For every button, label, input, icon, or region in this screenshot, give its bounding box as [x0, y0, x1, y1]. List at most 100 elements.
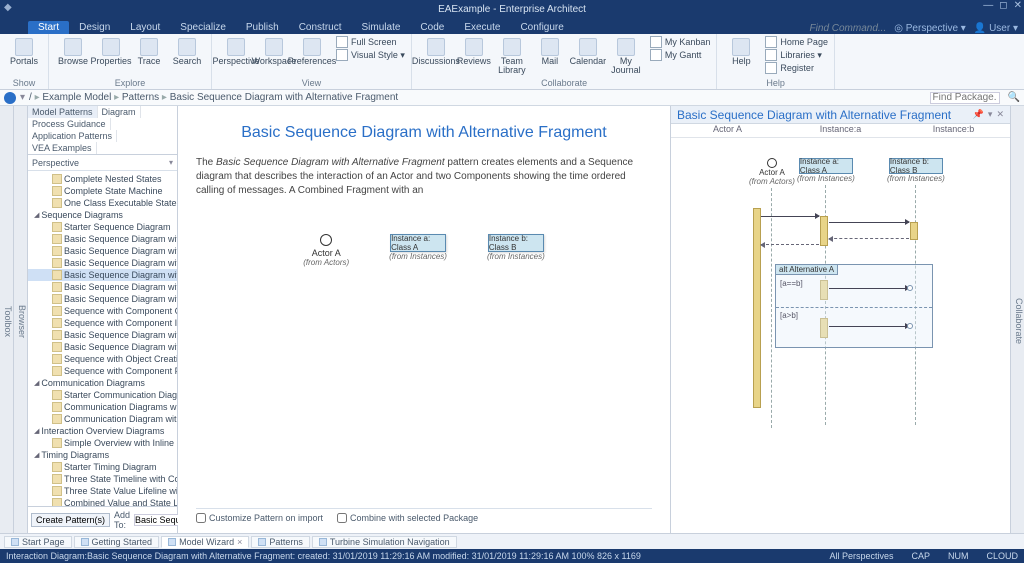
menu-tab-code[interactable]: Code — [410, 21, 454, 34]
user-menu[interactable]: 👤 User ▾ — [974, 23, 1018, 34]
tree-item[interactable]: Sequence with Component Port... — [28, 365, 177, 377]
menu-tab-specialize[interactable]: Specialize — [170, 21, 236, 34]
ribbon-my-journal-button[interactable]: My Journal — [608, 36, 644, 76]
search-icon[interactable]: 🔍 — [1008, 92, 1020, 103]
tree-item[interactable]: Combined Value and State Life... — [28, 497, 177, 506]
ribbon-option-my-gantt[interactable]: My Gantt — [650, 49, 711, 61]
tree-group[interactable]: Communication Diagrams — [28, 377, 177, 389]
message-arrow[interactable] — [829, 326, 909, 327]
maximize-icon[interactable]: ◻ — [999, 0, 1007, 11]
ribbon-mail-button[interactable]: Mail — [532, 36, 568, 76]
leftpane-tab-diagram[interactable]: Diagram — [98, 106, 141, 118]
leftpane-tab-model-patterns[interactable]: Model Patterns — [28, 106, 98, 118]
tree-item[interactable]: Communication Diagrams with ... — [28, 401, 177, 413]
ribbon-search-button[interactable]: Search — [169, 36, 205, 76]
ribbon-option-libraries-[interactable]: Libraries ▾ — [765, 49, 828, 61]
tree-item[interactable]: Starter Sequence Diagram — [28, 221, 177, 233]
tree-item[interactable]: Basic Sequence Diagram with ... — [28, 293, 177, 305]
menu-tab-construct[interactable]: Construct — [289, 21, 352, 34]
customize-checkbox[interactable]: Customize Pattern on import — [196, 513, 323, 523]
tree-item[interactable]: Sequence with Component Inst... — [28, 317, 177, 329]
ribbon-reviews-button[interactable]: Reviews — [456, 36, 492, 76]
leftpane-tab-process-guidance[interactable]: Process Guidance — [28, 118, 111, 130]
ribbon-preferences-button[interactable]: Preferences — [294, 36, 330, 76]
bottom-tab-start-page[interactable]: Start Page — [4, 536, 72, 548]
tree-item[interactable]: Basic Sequence Diagram with ... — [28, 341, 177, 353]
ribbon-option-home-page[interactable]: Home Page — [765, 36, 828, 48]
lifeline-box[interactable]: Instance b: Class B — [889, 158, 943, 174]
nav-dropdown-icon[interactable]: ▾ — [20, 92, 25, 103]
tree-group[interactable]: Interaction Overview Diagrams — [28, 425, 177, 437]
find-package-input[interactable] — [930, 92, 1000, 104]
browser-sidetab[interactable]: Browser — [14, 106, 28, 533]
ribbon-browse-button[interactable]: Browse — [55, 36, 91, 76]
breadcrumb-item[interactable]: Patterns — [122, 92, 159, 103]
tree-item[interactable]: Sequence with Object Creation... — [28, 353, 177, 365]
breadcrumb-item[interactable]: Example Model — [42, 92, 111, 103]
nav-back-button[interactable] — [4, 92, 16, 104]
lifeline-box[interactable]: Instance a: Class A — [799, 158, 853, 174]
menu-tab-start[interactable]: Start — [28, 21, 69, 34]
tree-item[interactable]: Sequence with Component Cla... — [28, 305, 177, 317]
combine-checkbox[interactable]: Combine with selected Package — [337, 513, 478, 523]
tree-item[interactable]: Simple Overview with Inline Int... — [28, 437, 177, 449]
tree-item[interactable]: One Class Executable State Ma... — [28, 197, 177, 209]
menu-tab-design[interactable]: Design — [69, 21, 120, 34]
menu-tab-simulate[interactable]: Simulate — [352, 21, 411, 34]
create-pattern-button[interactable]: Create Pattern(s) — [31, 513, 110, 527]
ribbon-team-library-button[interactable]: Team Library — [494, 36, 530, 76]
ribbon-option-visual-style-[interactable]: Visual Style ▾ — [336, 49, 405, 61]
tree-item[interactable]: Three State Value Lifeline with... — [28, 485, 177, 497]
tree-item[interactable]: Communication Diagram with T... — [28, 413, 177, 425]
tree-group[interactable]: Timing Diagrams — [28, 449, 177, 461]
menu-tab-configure[interactable]: Configure — [510, 21, 573, 34]
pin-icon[interactable]: 📌 — [973, 109, 984, 120]
dropdown-icon[interactable]: ▾ — [988, 109, 993, 120]
message-arrow[interactable] — [761, 216, 819, 217]
tree-item[interactable]: Three State Timeline with Cons... — [28, 473, 177, 485]
menu-tab-execute[interactable]: Execute — [454, 21, 510, 34]
sequence-canvas[interactable]: Actor A (from Actors) Instance a: Class … — [671, 138, 1010, 533]
perspective-menu[interactable]: ◎ Perspective ▾ — [894, 23, 966, 34]
close-pane-icon[interactable]: ✕ — [996, 109, 1004, 120]
tree-item[interactable]: Basic Sequence Diagram with ... — [28, 257, 177, 269]
ribbon-workspace-button[interactable]: Workspace — [256, 36, 292, 76]
leftpane-tab-vea-examples[interactable]: VEA Examples — [28, 142, 97, 154]
leftpane-tab-application-patterns[interactable]: Application Patterns — [28, 130, 117, 142]
toolbox-sidetab[interactable]: Toolbox — [0, 106, 14, 533]
tree-item[interactable]: Complete Nested States — [28, 173, 177, 185]
bottom-tab-getting-started[interactable]: Getting Started — [74, 536, 160, 548]
perspective-dropdown[interactable]: Perspective — [28, 155, 177, 171]
tree-item[interactable]: Basic Sequence Diagram with ... — [28, 269, 177, 281]
tree-item[interactable]: Basic Sequence Diagram with ... — [28, 245, 177, 257]
alt-fragment[interactable]: alt Alternative A [a==b] [a>b] — [775, 264, 933, 348]
ribbon-option-full-screen[interactable]: Full Screen — [336, 36, 405, 48]
tree-item[interactable]: Starter Communication Diagram — [28, 389, 177, 401]
return-arrow[interactable] — [761, 244, 819, 245]
minimize-icon[interactable]: — — [983, 0, 993, 11]
bottom-tab-turbine-simulation-navigation[interactable]: Turbine Simulation Navigation — [312, 536, 457, 548]
collaborate-sidetab[interactable]: Collaborate — [1010, 106, 1024, 533]
ribbon-option-register[interactable]: Register — [765, 62, 828, 74]
ribbon-calendar-button[interactable]: Calendar — [570, 36, 606, 76]
tree-item[interactable]: Starter Timing Diagram — [28, 461, 177, 473]
tree-item[interactable]: Complete State Machine — [28, 185, 177, 197]
bottom-tab-patterns[interactable]: Patterns — [251, 536, 310, 548]
ribbon-help-button[interactable]: Help — [723, 36, 759, 76]
ribbon-trace-button[interactable]: Trace — [131, 36, 167, 76]
tree-item[interactable]: Basic Sequence Diagram with ... — [28, 329, 177, 341]
tree-item[interactable]: Basic Sequence Diagram with ... — [28, 233, 177, 245]
find-command-input[interactable]: Find Command... — [810, 23, 887, 34]
tree-item[interactable]: Basic Sequence Diagram with ... — [28, 281, 177, 293]
bottom-tab-model-wizard[interactable]: Model Wizard × — [161, 536, 249, 548]
close-icon[interactable]: ✕ — [1014, 0, 1022, 11]
message-arrow[interactable] — [829, 288, 909, 289]
ribbon-discussions-button[interactable]: Discussions — [418, 36, 454, 76]
return-arrow[interactable] — [829, 238, 909, 239]
tree-group[interactable]: Sequence Diagrams — [28, 209, 177, 221]
ribbon-perspective-button[interactable]: Perspective — [218, 36, 254, 76]
menu-tab-publish[interactable]: Publish — [236, 21, 289, 34]
breadcrumb-item[interactable]: Basic Sequence Diagram with Alternative … — [170, 92, 398, 103]
menu-tab-layout[interactable]: Layout — [120, 21, 170, 34]
ribbon-option-my-kanban[interactable]: My Kanban — [650, 36, 711, 48]
